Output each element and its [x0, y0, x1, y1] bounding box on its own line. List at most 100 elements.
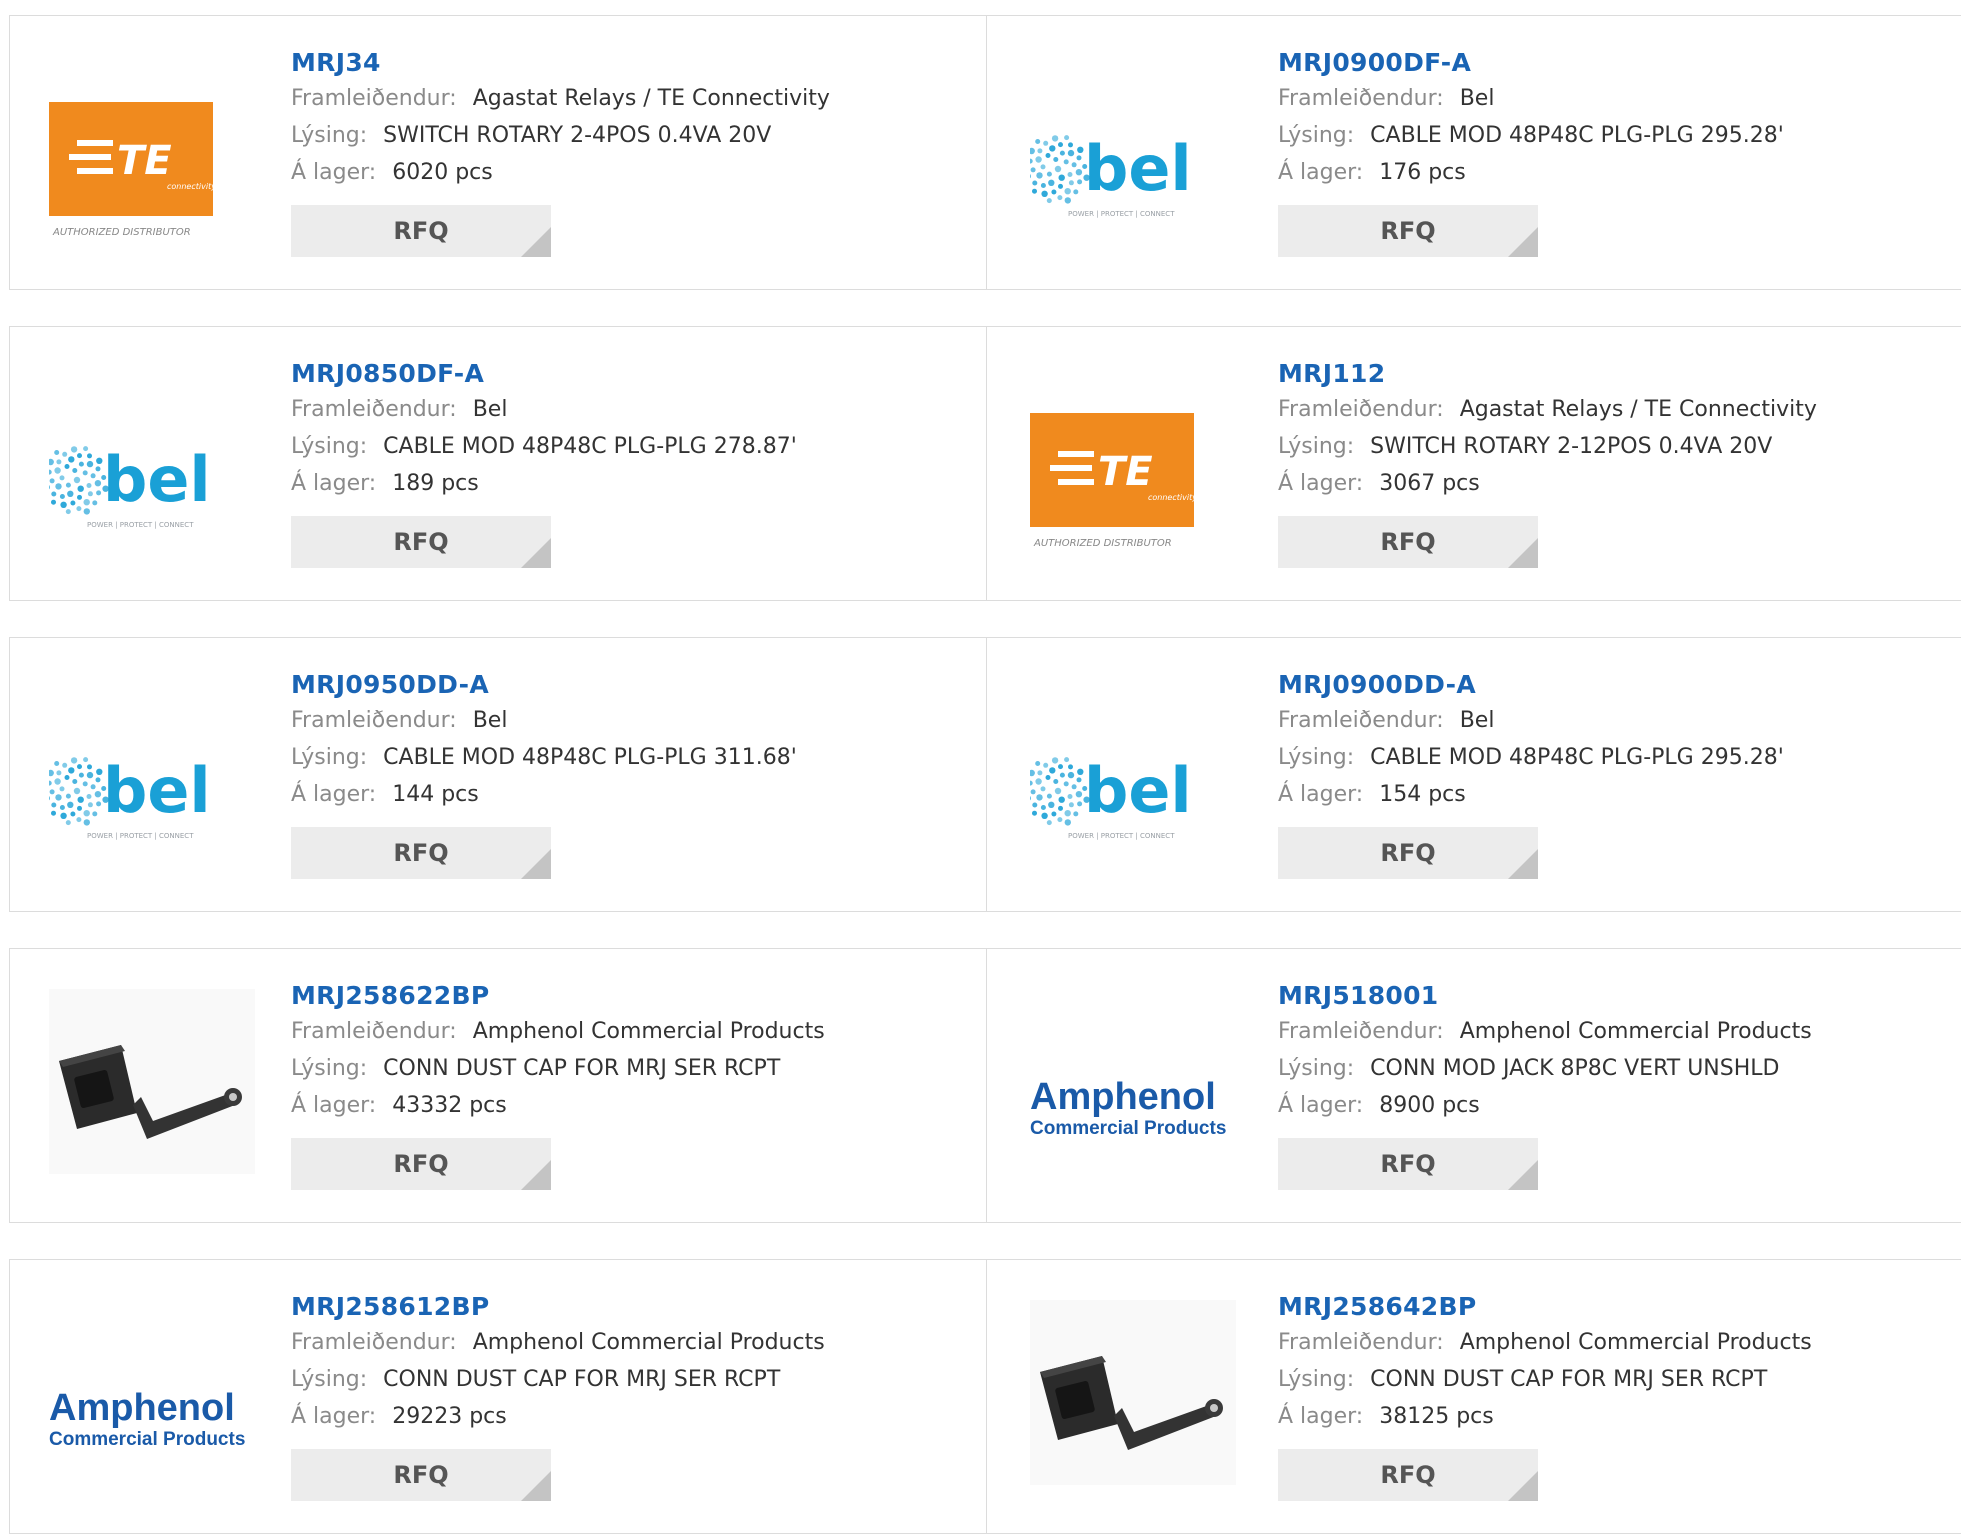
bel-logo[interactable]: bel POWER | PROTECT | CONNECT — [49, 678, 255, 863]
dust-cap-photo[interactable] — [1030, 1300, 1236, 1485]
description-row: Lýsing: SWITCH ROTARY 2-4POS 0.4VA 20V — [291, 117, 830, 154]
svg-text:Amphenol: Amphenol — [1030, 1076, 1216, 1118]
stock-row: Á lager: 43332 pcs — [291, 1087, 825, 1124]
product-info: MRJ518001 Framleiðendur: Amphenol Commerc… — [1278, 979, 1812, 1190]
product-card: bel POWER | PROTECT | CONNECT MRJ0900DF-A… — [987, 16, 1961, 289]
manufacturer-row: Framleiðendur: Bel — [1278, 702, 1784, 739]
rfq-button[interactable]: RFQ — [291, 205, 551, 257]
manufacturer-value: Amphenol Commercial Products — [472, 1019, 825, 1044]
dust-cap-photo[interactable] — [49, 989, 255, 1174]
stock-value: 3067 pcs — [1379, 471, 1480, 496]
description-value: CABLE MOD 48P48C PLG-PLG 278.87' — [383, 434, 797, 459]
manufacturer-value: Bel — [1459, 708, 1495, 733]
te-logo[interactable]: TE connectivity AUTHORIZED DISTRIBUTOR — [49, 56, 255, 241]
manufacturer-value: Agastat Relays / TE Connectivity — [472, 86, 830, 111]
stock-value: 6020 pcs — [392, 160, 493, 185]
rfq-button[interactable]: RFQ — [291, 1449, 551, 1501]
product-info: MRJ0850DF-A Framleiðendur: Bel Lýsing: CAB… — [291, 357, 797, 568]
rfq-button[interactable]: RFQ — [291, 516, 551, 568]
manufacturer-row: Framleiðendur: Amphenol Commercial Produc… — [291, 1013, 825, 1050]
bel-logo[interactable]: bel POWER | PROTECT | CONNECT — [1030, 56, 1236, 241]
description-row: Lýsing: SWITCH ROTARY 2-12POS 0.4VA 20V — [1278, 428, 1817, 465]
description-value: CONN DUST CAP FOR MRJ SER RCPT — [383, 1367, 781, 1392]
stock-row: Á lager: 189 pcs — [291, 465, 797, 502]
stock-label: Á lager: — [1278, 1093, 1364, 1118]
product-card: MRJ258622BP Framleiðendur: Amphenol Comme… — [10, 949, 987, 1222]
corner-triangle-icon — [1508, 1160, 1538, 1190]
description-row: Lýsing: CONN DUST CAP FOR MRJ SER RCPT — [1278, 1361, 1812, 1398]
stock-row: Á lager: 8900 pcs — [1278, 1087, 1812, 1124]
description-label: Lýsing: — [291, 1367, 368, 1392]
stock-value: 189 pcs — [392, 471, 479, 496]
product-grid: TE connectivity AUTHORIZED DISTRIBUTOR MRJ… — [0, 0, 1961, 1534]
svg-text:AUTHORIZED DISTRIBUTOR: AUTHORIZED DISTRIBUTOR — [52, 227, 191, 238]
rfq-button[interactable]: RFQ — [1278, 516, 1538, 568]
svg-text:TE: TE — [1098, 449, 1153, 495]
product-card: bel POWER | PROTECT | CONNECT MRJ0900DD-A… — [987, 638, 1961, 911]
stock-row: Á lager: 38125 pcs — [1278, 1398, 1812, 1435]
stock-row: Á lager: 144 pcs — [291, 776, 797, 813]
product-info: MRJ258612BP Framleiðendur: Amphenol Comme… — [291, 1290, 825, 1501]
svg-text:Commercial Products: Commercial Products — [1030, 1118, 1226, 1139]
product-card: TE connectivity AUTHORIZED DISTRIBUTOR MRJ… — [987, 327, 1961, 600]
description-label: Lýsing: — [291, 434, 368, 459]
rfq-label: RFQ — [393, 839, 449, 867]
stock-label: Á lager: — [1278, 160, 1364, 185]
rfq-button[interactable]: RFQ — [1278, 205, 1538, 257]
product-row: MRJ258622BP Framleiðendur: Amphenol Comme… — [9, 948, 1961, 1223]
description-value: SWITCH ROTARY 2-12POS 0.4VA 20V — [1370, 434, 1773, 459]
part-number-link[interactable]: MRJ0950DD-A — [291, 668, 797, 702]
stock-row: Á lager: 29223 pcs — [291, 1398, 825, 1435]
rfq-label: RFQ — [1380, 839, 1436, 867]
manufacturer-label: Framleiðendur: — [291, 397, 457, 422]
stock-label: Á lager: — [291, 782, 377, 807]
description-label: Lýsing: — [1278, 434, 1355, 459]
part-number-link[interactable]: MRJ518001 — [1278, 979, 1812, 1013]
stock-row: Á lager: 6020 pcs — [291, 154, 830, 191]
description-label: Lýsing: — [1278, 745, 1355, 770]
rfq-button[interactable]: RFQ — [291, 1138, 551, 1190]
manufacturer-value: Bel — [1459, 86, 1495, 111]
amphenol-logo[interactable]: Amphenol Commercial Products — [49, 1300, 255, 1485]
rfq-button[interactable]: RFQ — [291, 827, 551, 879]
manufacturer-row: Framleiðendur: Amphenol Commercial Produc… — [1278, 1013, 1812, 1050]
svg-text:POWER | PROTECT | CONNECT: POWER | PROTECT | CONNECT — [1068, 832, 1175, 840]
stock-label: Á lager: — [291, 471, 377, 496]
corner-triangle-icon — [1508, 849, 1538, 879]
te-logo[interactable]: TE connectivity AUTHORIZED DISTRIBUTOR — [1030, 367, 1236, 552]
part-number-link[interactable]: MRJ258642BP — [1278, 1290, 1812, 1324]
part-number-link[interactable]: MRJ258612BP — [291, 1290, 825, 1324]
amphenol-logo[interactable]: Amphenol Commercial Products — [1030, 989, 1236, 1174]
manufacturer-row: Framleiðendur: Bel — [1278, 80, 1784, 117]
svg-text:Amphenol: Amphenol — [49, 1387, 235, 1429]
description-value: CONN DUST CAP FOR MRJ SER RCPT — [383, 1056, 781, 1081]
stock-row: Á lager: 3067 pcs — [1278, 465, 1817, 502]
description-value: CONN MOD JACK 8P8C VERT UNSHLD — [1370, 1056, 1780, 1081]
manufacturer-label: Framleiðendur: — [291, 1330, 457, 1355]
product-info: MRJ0900DD-A Framleiðendur: Bel Lýsing: CAB… — [1278, 668, 1784, 879]
manufacturer-label: Framleiðendur: — [291, 708, 457, 733]
part-number-link[interactable]: MRJ0850DF-A — [291, 357, 797, 391]
part-number-link[interactable]: MRJ258622BP — [291, 979, 825, 1013]
manufacturer-row: Framleiðendur: Amphenol Commercial Produc… — [291, 1324, 825, 1361]
stock-label: Á lager: — [1278, 471, 1364, 496]
part-number-link[interactable]: MRJ0900DD-A — [1278, 668, 1784, 702]
bel-logo[interactable]: bel POWER | PROTECT | CONNECT — [49, 367, 255, 552]
description-row: Lýsing: CABLE MOD 48P48C PLG-PLG 295.28' — [1278, 739, 1784, 776]
part-number-link[interactable]: MRJ112 — [1278, 357, 1817, 391]
rfq-button[interactable]: RFQ — [1278, 1449, 1538, 1501]
stock-label: Á lager: — [291, 160, 377, 185]
svg-text:bel: bel — [103, 443, 211, 516]
corner-triangle-icon — [1508, 1471, 1538, 1501]
manufacturer-label: Framleiðendur: — [1278, 86, 1444, 111]
manufacturer-row: Framleiðendur: Bel — [291, 391, 797, 428]
part-number-link[interactable]: MRJ0900DF-A — [1278, 46, 1784, 80]
rfq-button[interactable]: RFQ — [1278, 1138, 1538, 1190]
description-row: Lýsing: CONN DUST CAP FOR MRJ SER RCPT — [291, 1361, 825, 1398]
bel-logo[interactable]: bel POWER | PROTECT | CONNECT — [1030, 678, 1236, 863]
description-value: CABLE MOD 48P48C PLG-PLG 311.68' — [383, 745, 797, 770]
corner-triangle-icon — [521, 849, 551, 879]
rfq-button[interactable]: RFQ — [1278, 827, 1538, 879]
description-label: Lýsing: — [291, 1056, 368, 1081]
part-number-link[interactable]: MRJ34 — [291, 46, 830, 80]
